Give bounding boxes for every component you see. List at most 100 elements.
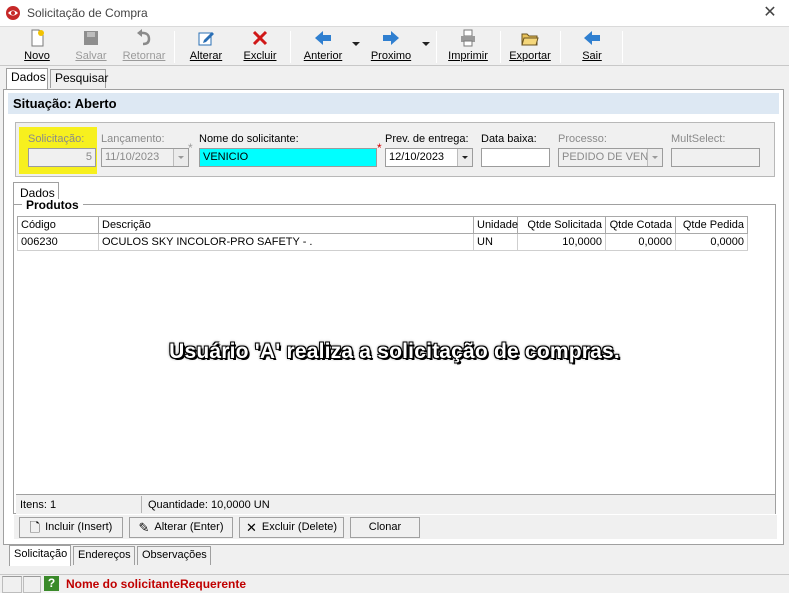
multselect-label: MultSelect: xyxy=(671,133,726,145)
status-message: Nome do solicitanteRequerente xyxy=(66,577,247,591)
new-document-icon xyxy=(31,29,44,47)
table-row[interactable]: 006230 OCULOS SKY INCOLOR-PRO SAFETY - .… xyxy=(17,234,748,251)
toolbar-separator xyxy=(436,31,437,63)
close-icon[interactable]: ✕ xyxy=(761,4,779,22)
col-qtde-solicitada[interactable]: Qtde Solicitada xyxy=(518,216,606,234)
solicitacao-field: 5 xyxy=(28,148,96,167)
arrow-right-icon xyxy=(383,31,399,45)
toolbar-separator xyxy=(174,31,175,63)
new-document-icon: 🗋 xyxy=(29,520,41,535)
lancamento-value: 11/10/2023 xyxy=(105,151,160,163)
arrow-left-icon xyxy=(315,31,331,45)
col-qtde-cotada[interactable]: Qtde Cotada xyxy=(606,216,676,234)
anterior-dropdown-icon[interactable] xyxy=(352,42,360,46)
tab-solicitacao[interactable]: Solicitação xyxy=(9,545,71,566)
nome-required-mark: * xyxy=(377,141,382,155)
delete-x-icon xyxy=(252,30,268,46)
col-unidade[interactable]: Unidade xyxy=(474,216,518,234)
cell-codigo: 006230 xyxy=(17,234,99,251)
processo-dropdown-icon xyxy=(647,149,662,166)
status-cell xyxy=(2,576,22,593)
excluir-label: Excluir xyxy=(243,50,277,62)
alterar-button[interactable]: Alterar xyxy=(182,29,230,65)
prev-entrega-dropdown-icon[interactable] xyxy=(457,149,472,166)
toolbar-separator xyxy=(560,31,561,63)
cell-qtde-solicitada: 10,0000 xyxy=(518,234,606,251)
novo-label: Novo xyxy=(24,50,50,62)
solicitacao-label: Solicitação: xyxy=(28,133,85,145)
cell-qtde-pedida: 0,0000 xyxy=(676,234,748,251)
cell-qtde-cotada: 0,0000 xyxy=(606,234,676,251)
prev-entrega-field[interactable]: 12/10/2023 xyxy=(385,148,473,167)
salvar-button[interactable]: Salvar xyxy=(66,29,116,65)
quantidade-total: Quantidade: 10,0000 UN xyxy=(148,499,270,511)
undo-icon xyxy=(137,29,151,46)
cell-descricao: OCULOS SKY INCOLOR-PRO SAFETY - . xyxy=(99,234,474,251)
retornar-button[interactable]: Retornar xyxy=(118,29,170,65)
folder-open-icon xyxy=(521,33,539,46)
header-form: Solicitação: 5 Lançamento: * 11/10/2023 … xyxy=(15,122,775,177)
alterar-label: Alterar xyxy=(189,50,223,62)
prev-entrega-label: Prev. de entrega: xyxy=(385,133,469,145)
title-bar: Solicitação de Compra ✕ xyxy=(0,0,789,27)
alterar-item-label: Alterar (Enter) xyxy=(154,521,224,533)
excluir-item-button[interactable]: ✕ Excluir (Delete) xyxy=(239,517,344,538)
data-baixa-input[interactable] xyxy=(481,148,550,167)
retornar-label: Retornar xyxy=(122,50,166,62)
footer-divider xyxy=(141,496,142,513)
tab-dados[interactable]: Dados xyxy=(6,68,48,89)
multselect-field xyxy=(671,148,760,167)
clonar-button[interactable]: Clonar xyxy=(350,517,420,538)
proximo-label: Proximo xyxy=(370,50,412,62)
alterar-item-button[interactable]: ✎ Alterar (Enter) xyxy=(129,517,233,538)
edit-icon xyxy=(198,32,214,46)
situacao-label: Situação: Aberto xyxy=(8,93,779,114)
proximo-button[interactable]: Proximo xyxy=(366,29,416,65)
produtos-title: Produtos xyxy=(22,199,83,211)
help-icon[interactable]: ? xyxy=(44,576,59,591)
incluir-button[interactable]: 🗋 Incluir (Insert) xyxy=(19,517,123,538)
col-qtde-pedida[interactable]: Qtde Pedida xyxy=(676,216,748,234)
novo-button[interactable]: Novo xyxy=(12,29,62,65)
toolbar: Novo Salvar Retornar Alterar Excluir Ant… xyxy=(0,28,789,66)
col-descricao[interactable]: Descrição xyxy=(99,216,474,234)
tab-enderecos[interactable]: Endereços xyxy=(73,546,135,565)
data-baixa-label: Data baixa: xyxy=(481,133,537,145)
nome-solicitante-label: Nome do solicitante: xyxy=(199,133,299,145)
sair-button[interactable]: Sair xyxy=(568,29,616,65)
grid-header: Código Descrição Unidade Qtde Solicitada… xyxy=(17,216,748,234)
printer-icon xyxy=(461,29,475,47)
grid-footer: Itens: 1 Quantidade: 10,0000 UN xyxy=(16,494,775,514)
toolbar-separator xyxy=(500,31,501,63)
incluir-label: Incluir (Insert) xyxy=(45,521,113,533)
nome-solicitante-input[interactable]: VENICIO xyxy=(199,148,377,167)
anterior-button[interactable]: Anterior xyxy=(298,29,348,65)
imprimir-label: Imprimir xyxy=(448,50,488,62)
status-bar: ? Nome do solicitanteRequerente xyxy=(0,574,789,593)
dados-page: Situação: Aberto Solicitação: 5 Lançamen… xyxy=(3,89,784,545)
sair-label: Sair xyxy=(582,50,602,62)
tab-observacoes[interactable]: Observações xyxy=(137,546,211,565)
save-icon xyxy=(84,31,98,45)
exit-arrow-icon xyxy=(584,31,600,45)
tab-pesquisar[interactable]: Pesquisar xyxy=(50,69,108,88)
status-cell xyxy=(23,576,41,593)
proximo-dropdown-icon[interactable] xyxy=(422,42,430,46)
delete-x-icon: ✕ xyxy=(245,520,257,535)
processo-select: PEDIDO DE VENDA xyxy=(558,148,663,167)
grid-actions: 🗋 Incluir (Insert) ✎ Alterar (Enter) ✕ Excl… xyxy=(14,515,777,539)
anterior-label: Anterior xyxy=(303,50,343,62)
lancamento-dropdown-icon xyxy=(173,149,188,166)
cell-unidade: UN xyxy=(474,234,518,251)
imprimir-button[interactable]: Imprimir xyxy=(444,29,492,65)
toolbar-separator xyxy=(622,31,623,63)
toolbar-separator xyxy=(290,31,291,63)
prev-entrega-value: 12/10/2023 xyxy=(389,151,445,163)
edit-icon: ✎ xyxy=(138,520,150,535)
app-logo-icon xyxy=(6,6,20,20)
exportar-button[interactable]: Exportar xyxy=(506,29,554,65)
col-codigo[interactable]: Código xyxy=(17,216,99,234)
exportar-label: Exportar xyxy=(509,50,551,62)
excluir-button[interactable]: Excluir xyxy=(236,29,284,65)
lancamento-field: 11/10/2023 xyxy=(101,148,189,167)
